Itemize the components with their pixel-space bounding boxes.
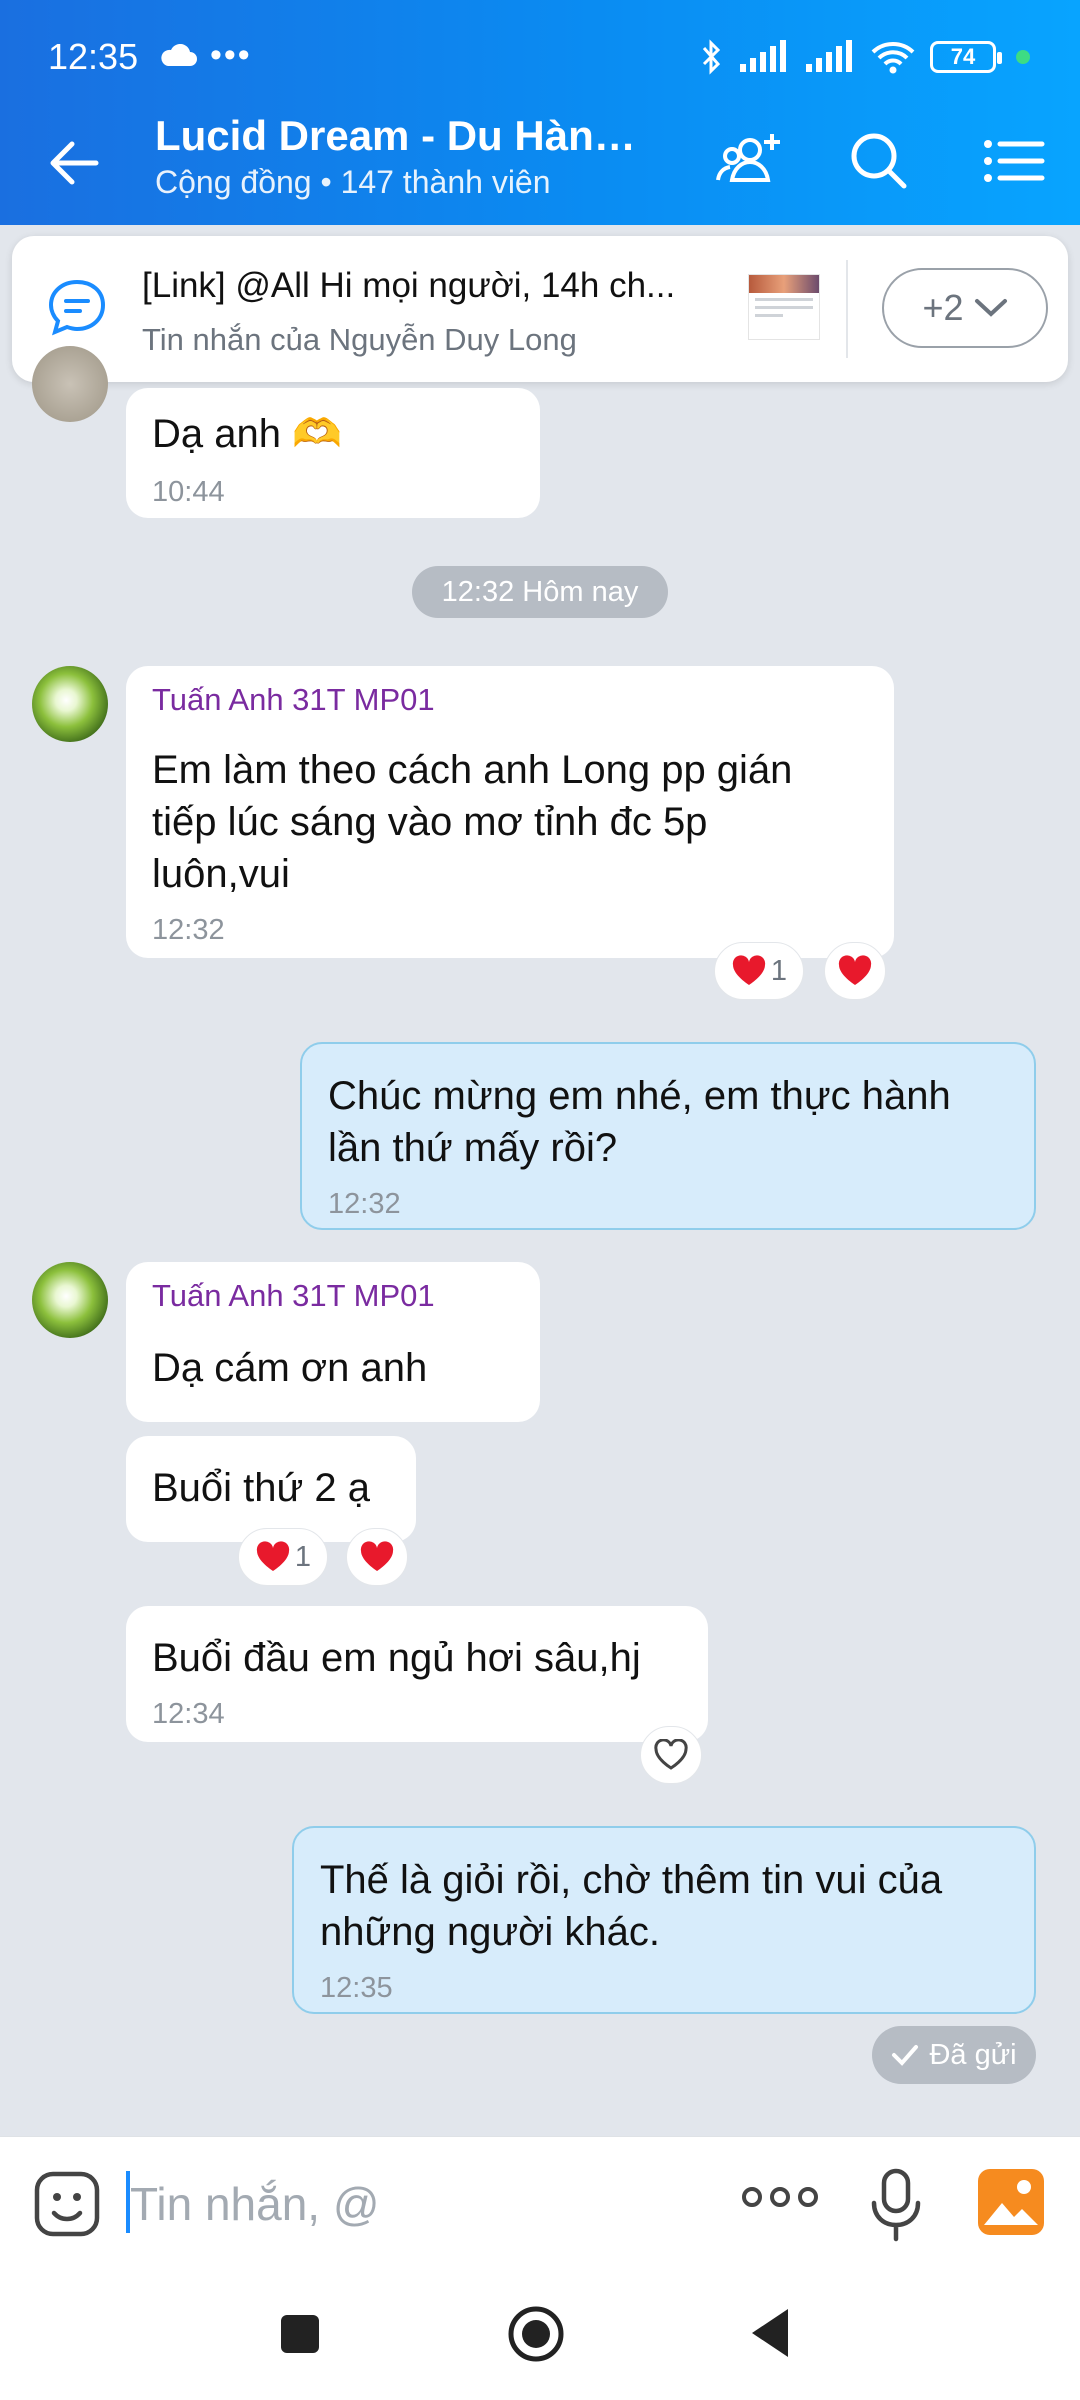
battery-icon: 74 <box>930 41 1002 73</box>
avatar[interactable] <box>32 666 108 742</box>
list-menu-icon <box>984 140 1045 182</box>
message-bubble[interactable]: Tuấn Anh 31T MP01 Em làm theo cách anh L… <box>126 666 894 958</box>
gallery-button[interactable] <box>976 2167 1046 2242</box>
pinned-title: [Link] @All Hi mọi người, 14h ch... <box>142 266 676 305</box>
top-bar: 12:35 ••• 74 Lucid Dream - Du Hành... Cộ… <box>0 0 1080 225</box>
arrow-left-icon <box>50 141 99 185</box>
react-button[interactable] <box>824 942 886 1000</box>
more-dots-icon <box>742 2187 818 2207</box>
message-bubble[interactable]: Buổi thứ 2 ạ <box>126 1436 416 1542</box>
wifi-icon <box>871 42 915 74</box>
chat-bubble-icon <box>44 274 110 345</box>
message-text-line: tiếp lúc sáng vào mơ tỉnh đc 5p <box>152 800 708 844</box>
add-member-button[interactable] <box>714 124 788 198</box>
signal-icon <box>740 40 786 72</box>
message-text-line: luôn,vui <box>152 852 290 896</box>
voice-button[interactable] <box>868 2165 924 2250</box>
message-input[interactable]: Tin nhắn, @ <box>130 2177 380 2231</box>
message-time: 12:34 <box>152 1698 225 1730</box>
home-button[interactable] <box>506 2304 566 2369</box>
message-text: Dạ cám ơn anh <box>152 1346 428 1390</box>
message-time: 12:32 <box>152 914 225 946</box>
heart-outline-icon <box>654 1739 688 1770</box>
nav-back-button[interactable] <box>748 2306 792 2365</box>
sender-name: Tuấn Anh 31T MP01 <box>152 682 435 717</box>
date-separator: 12:32 Hôm nay <box>412 566 668 618</box>
heart-icon <box>256 1541 290 1571</box>
bluetooth-icon <box>702 39 721 75</box>
chat-subtitle: Cộng đồng • 147 thành viên <box>155 164 551 200</box>
react-button[interactable] <box>346 1528 408 1586</box>
avatar[interactable] <box>32 1262 108 1338</box>
back-button[interactable] <box>40 128 110 198</box>
reaction-summary[interactable]: 1 <box>238 1528 328 1586</box>
image-icon <box>978 2169 1044 2235</box>
my-message-bubble[interactable]: Thế là giỏi rồi, chờ thêm tin vui của nh… <box>292 1826 1036 2014</box>
composer-bar: Tin nhắn, @ <box>0 2136 1080 2268</box>
system-nav-bar <box>0 2268 1080 2400</box>
more-pinned-button[interactable]: +2 <box>882 268 1048 348</box>
reaction-summary[interactable]: 1 <box>714 942 804 1000</box>
chat-title[interactable]: Lucid Dream - Du Hành... <box>155 112 645 160</box>
notification-dots: ••• <box>210 36 252 74</box>
heart-icon <box>732 955 766 985</box>
status-bar: 12:35 ••• 74 <box>0 0 1080 92</box>
reaction-count: 1 <box>770 954 788 987</box>
pinned-subtitle: Tin nhắn của Nguyễn Duy Long <box>142 322 577 357</box>
reaction-count: 1 <box>294 1540 312 1573</box>
message-time: 12:35 <box>320 1972 393 2004</box>
search-icon <box>851 133 907 189</box>
heart-icon <box>838 955 872 985</box>
sender-name: Tuấn Anh 31T MP01 <box>152 1278 435 1313</box>
message-text-line: Chúc mừng em nhé, em thực hành <box>328 1074 951 1118</box>
pinned-thumbnail <box>748 274 820 340</box>
emoji-icon <box>34 2171 100 2237</box>
menu-button[interactable] <box>976 124 1050 198</box>
privacy-dot <box>1016 50 1030 64</box>
square-icon <box>281 2315 319 2353</box>
react-button[interactable] <box>640 1726 702 1784</box>
message-text-line: Thế là giỏi rồi, chờ thêm tin vui của <box>320 1858 943 1902</box>
triangle-back-icon <box>752 2309 788 2357</box>
pinned-message-card[interactable]: [Link] @All Hi mọi người, 14h ch... Tin … <box>12 236 1068 382</box>
sent-status-badge: Đã gửi <box>872 2026 1036 2084</box>
status-time: 12:35 <box>48 36 139 77</box>
message-bubble[interactable]: Tuấn Anh 31T MP01 Dạ cám ơn anh <box>126 1262 540 1422</box>
status-icons: 74 <box>700 38 1030 76</box>
message-time: 10:44 <box>152 476 225 508</box>
check-icon <box>892 2045 919 2066</box>
more-options-button[interactable] <box>740 2177 820 2222</box>
message-text: Dạ anh 🫶 <box>152 412 342 456</box>
cloud-icon <box>158 43 198 73</box>
chevron-down-icon <box>974 299 1007 317</box>
message-text: Buổi đầu em ngủ hơi sâu,hj <box>152 1636 641 1680</box>
message-text-line: Em làm theo cách anh Long pp gián <box>152 748 793 792</box>
message-time: 12:32 <box>328 1188 401 1220</box>
app-bar: Lucid Dream - Du Hành... Cộng đồng • 147… <box>0 92 1080 225</box>
message-text-line: lần thứ mấy rồi? <box>328 1126 618 1170</box>
recents-button[interactable] <box>278 2312 322 2361</box>
message-bubble[interactable]: Buổi đầu em ngủ hơi sâu,hj 12:34 <box>126 1606 708 1742</box>
my-message-bubble[interactable]: Chúc mừng em nhé, em thực hành lần thứ m… <box>300 1042 1036 1230</box>
more-pinned-count: +2 <box>922 287 964 328</box>
message-text: Buổi thứ 2 ạ <box>152 1466 371 1510</box>
divider <box>846 260 848 358</box>
heart-icon <box>360 1541 394 1571</box>
message-bubble[interactable]: Dạ anh 🫶 10:44 <box>126 388 540 518</box>
signal-icon-2 <box>806 40 852 72</box>
add-people-icon <box>716 134 780 182</box>
battery-level: 74 <box>950 44 976 69</box>
search-button[interactable] <box>842 124 916 198</box>
message-text-line: những người khác. <box>320 1910 660 1954</box>
avatar[interactable] <box>32 346 108 422</box>
sent-status-text: Đã gửi <box>929 2038 1017 2071</box>
circle-home-icon <box>508 2306 564 2362</box>
microphone-icon <box>871 2168 921 2242</box>
sticker-button[interactable] <box>32 2169 102 2244</box>
